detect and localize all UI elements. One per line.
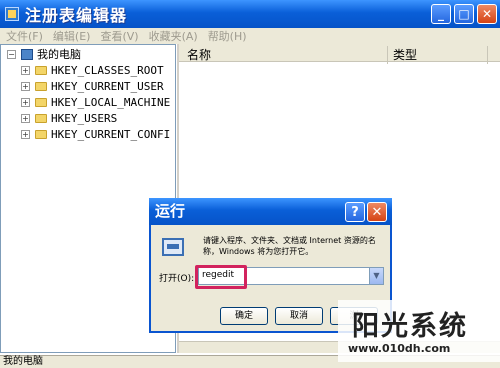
expand-icon[interactable]: + — [21, 97, 30, 107]
title-bar[interactable]: 注册表编辑器 _ □ ✕ — [0, 0, 500, 28]
column-name[interactable]: 名称 — [187, 46, 211, 63]
ok-button[interactable]: 确定 — [220, 307, 268, 325]
menu-file[interactable]: 文件(F) — [6, 28, 43, 44]
tree-root[interactable]: − 我的电脑 — [7, 47, 81, 61]
run-description: 请键入程序、文件夹、文档或 Internet 资源的名称，Windows 将为您… — [203, 236, 376, 256]
expand-icon[interactable]: + — [21, 129, 30, 139]
menu-bar: 文件(F) 编辑(E) 查看(V) 收藏夹(A) 帮助(H) — [0, 28, 500, 44]
watermark-logo-text: 阳光系统 — [352, 311, 468, 342]
expand-icon[interactable]: + — [21, 113, 30, 123]
folder-icon — [35, 113, 47, 123]
folder-icon — [35, 97, 47, 107]
watermark-url: www.010dh.com — [348, 342, 451, 355]
menu-edit[interactable]: 编辑(E) — [53, 28, 91, 44]
column-divider[interactable] — [387, 46, 388, 64]
run-icon — [162, 238, 184, 256]
folder-icon — [35, 81, 47, 91]
column-type[interactable]: 类型 — [393, 46, 417, 63]
cancel-button[interactable]: 取消 — [275, 307, 323, 325]
column-header: 名称 类型 — [179, 44, 500, 64]
tree-item-local-machine[interactable]: + HKEY_LOCAL_MACHINE — [21, 95, 170, 109]
tree-item-classes-root[interactable]: + HKEY_CLASSES_ROOT — [21, 63, 164, 77]
computer-icon — [21, 48, 33, 60]
tree-item-current-config[interactable]: + HKEY_CURRENT_CONFI — [21, 127, 170, 141]
window-title: 注册表编辑器 — [25, 6, 128, 25]
minimize-button[interactable]: _ — [431, 4, 451, 24]
column-divider[interactable] — [487, 46, 488, 64]
maximize-button[interactable]: □ — [454, 4, 474, 24]
tree-root-label: 我的电脑 — [37, 48, 81, 61]
tree-item-label: HKEY_CLASSES_ROOT — [51, 63, 164, 77]
tree-item-users[interactable]: + HKEY_USERS — [21, 111, 117, 125]
tree-item-current-user[interactable]: + HKEY_CURRENT_USER — [21, 79, 164, 93]
expand-icon[interactable]: + — [21, 65, 30, 75]
folder-icon — [35, 129, 47, 139]
help-button[interactable]: ? — [345, 202, 365, 222]
regedit-icon — [5, 7, 19, 21]
close-button[interactable]: ✕ — [477, 4, 497, 24]
tree-item-label: HKEY_USERS — [51, 111, 118, 125]
tree-item-label: HKEY_CURRENT_USER — [51, 79, 164, 93]
watermark: 阳光系统 www.010dh.com — [338, 300, 500, 362]
expand-icon[interactable]: + — [21, 81, 30, 91]
menu-favorites[interactable]: 收藏夹(A) — [149, 28, 198, 44]
highlight-box — [195, 265, 247, 289]
folder-icon — [35, 65, 47, 75]
collapse-icon[interactable]: − — [7, 49, 16, 59]
chevron-down-icon[interactable]: ▼ — [369, 268, 383, 284]
menu-help[interactable]: 帮助(H) — [208, 28, 247, 44]
tree-item-label: HKEY_CURRENT_CONFI — [51, 127, 171, 141]
dialog-close-button[interactable]: ✕ — [367, 202, 387, 222]
open-label: 打开(O): — [159, 274, 195, 284]
tree-item-label: HKEY_LOCAL_MACHINE — [51, 95, 171, 109]
menu-view[interactable]: 查看(V) — [100, 28, 138, 44]
